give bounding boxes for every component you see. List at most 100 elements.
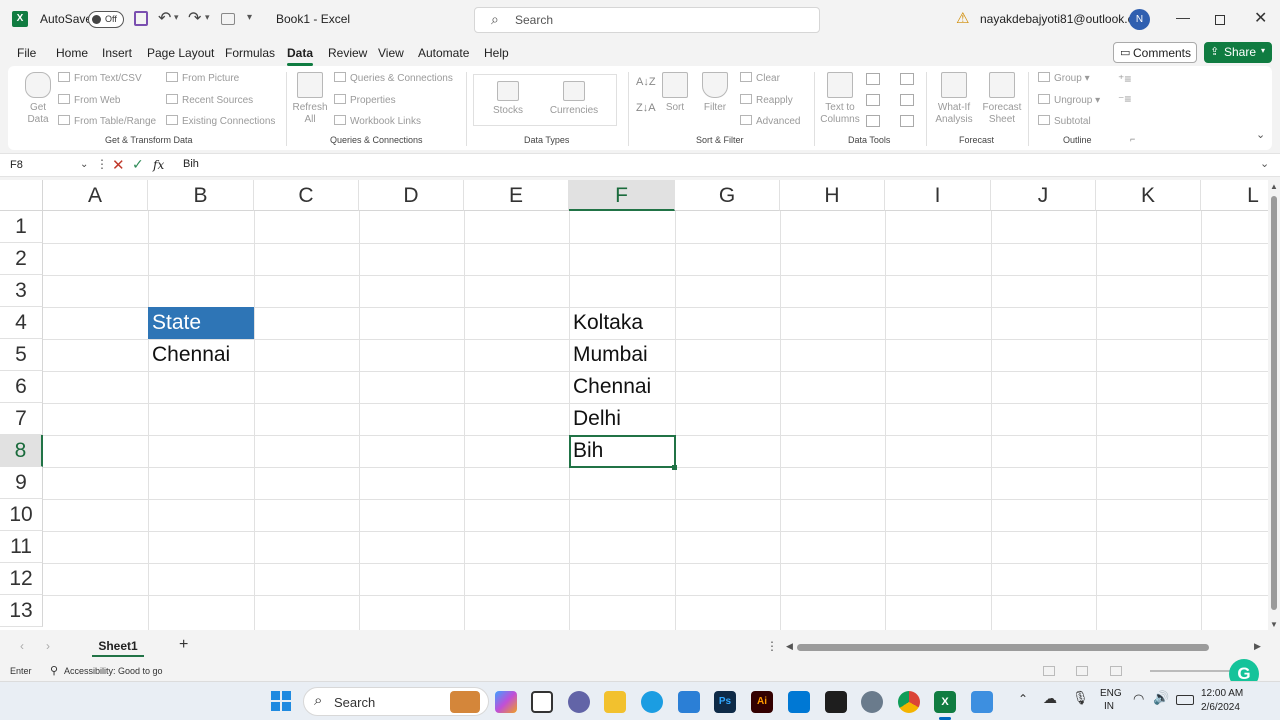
tab-automate[interactable]: Automate — [418, 46, 469, 60]
show-detail-icon[interactable]: ⁺≡ — [1118, 72, 1131, 86]
column-header-b[interactable]: B — [148, 180, 254, 211]
insert-function-icon[interactable]: fx — [153, 158, 164, 172]
photoshop-icon[interactable]: Ps — [714, 691, 736, 713]
camera-icon[interactable] — [221, 13, 235, 25]
column-header-c[interactable]: C — [254, 180, 359, 211]
confirm-entry-icon[interactable]: ✓ — [132, 156, 144, 173]
column-header-f[interactable]: F — [569, 180, 675, 211]
row-header-5[interactable]: 5 — [0, 339, 43, 371]
vertical-scroll-thumb[interactable] — [1271, 196, 1277, 610]
tab-insert[interactable]: Insert — [102, 46, 132, 60]
column-header-i[interactable]: I — [885, 180, 991, 211]
row-header-13[interactable]: 13 — [0, 595, 43, 627]
accessibility-status[interactable]: Accessibility: Good to go — [64, 666, 163, 676]
name-box[interactable]: F8 ⌄ — [6, 156, 90, 176]
scroll-up-icon[interactable]: ▲ — [1270, 182, 1278, 191]
row-header-8[interactable]: 8 — [0, 435, 43, 467]
widgets-icon[interactable] — [450, 691, 480, 713]
expand-formula-bar-icon[interactable]: ⌄ — [1260, 157, 1269, 170]
close-icon[interactable]: ✕ — [1254, 8, 1267, 28]
from-web-button[interactable]: From Web — [58, 94, 121, 106]
sheet-options-icon[interactable]: ⋮ — [766, 639, 778, 653]
tab-file[interactable]: File — [17, 46, 36, 60]
tab-formulas[interactable]: Formulas — [225, 46, 275, 60]
column-header-g[interactable]: G — [675, 180, 780, 211]
filter-button[interactable]: Filter — [698, 72, 732, 114]
row-header-9[interactable]: 9 — [0, 467, 43, 499]
hide-detail-icon[interactable]: ⁻≡ — [1118, 92, 1131, 106]
row-header-1[interactable]: 1 — [0, 211, 43, 243]
name-box-dropdown-icon[interactable]: ⌄ — [80, 159, 88, 170]
row-header-7[interactable]: 7 — [0, 403, 43, 435]
undo-icon[interactable]: ↶ — [158, 8, 171, 28]
workbook-links-button[interactable]: Workbook Links — [334, 115, 421, 127]
row-header-11[interactable]: 11 — [0, 531, 43, 563]
cell-f7[interactable]: Delhi — [569, 403, 675, 435]
scroll-right-icon[interactable]: ▶ — [1254, 641, 1261, 652]
from-table-range-button[interactable]: From Table/Range — [58, 115, 156, 127]
more-options-icon[interactable]: ⋮ — [96, 157, 108, 171]
select-all-corner[interactable] — [0, 180, 43, 211]
from-picture-button[interactable]: From Picture — [166, 72, 239, 84]
show-hidden-icons[interactable]: ⌃ — [1018, 692, 1028, 706]
battery-icon[interactable] — [1176, 695, 1194, 705]
scroll-down-icon[interactable]: ▼ — [1270, 620, 1278, 629]
search-box[interactable]: ⌕ Search — [474, 7, 820, 33]
queries-connections-button[interactable]: Queries & Connections — [334, 72, 453, 84]
dialog-launcher-icon[interactable]: ⌐ — [1130, 134, 1135, 144]
page-layout-view-icon[interactable] — [1076, 666, 1088, 676]
row-header-12[interactable]: 12 — [0, 563, 43, 595]
windows-start-icon[interactable] — [271, 691, 291, 711]
tab-data[interactable]: Data — [287, 46, 314, 66]
page-break-view-icon[interactable] — [1110, 666, 1122, 676]
clock-date[interactable]: 2/6/2024 — [1201, 702, 1240, 713]
onedrive-icon[interactable]: ☁ — [1043, 690, 1057, 707]
stocks-button[interactable]: Stocks — [488, 81, 528, 117]
autosave-toggle[interactable]: Off — [88, 11, 124, 28]
cancel-entry-icon[interactable]: ✕ — [112, 156, 125, 174]
warning-icon[interactable]: ⚠ — [956, 9, 969, 27]
consolidate-icon[interactable] — [900, 73, 914, 85]
previous-sheet-icon[interactable]: ‹ — [20, 639, 24, 653]
normal-view-icon[interactable] — [1043, 666, 1055, 676]
row-header-6[interactable]: 6 — [0, 371, 43, 403]
fill-handle[interactable] — [672, 465, 677, 470]
flash-fill-icon[interactable] — [866, 73, 880, 85]
region-indicator[interactable]: IN — [1104, 701, 1114, 712]
volume-icon[interactable]: 🔊 — [1153, 690, 1169, 706]
advanced-button[interactable]: Advanced — [740, 115, 800, 127]
properties-button[interactable]: Properties — [334, 94, 396, 106]
column-header-k[interactable]: K — [1096, 180, 1201, 211]
formula-input[interactable]: Bih — [183, 158, 199, 170]
existing-connections-button[interactable]: Existing Connections — [166, 115, 275, 127]
clear-button[interactable]: Clear — [740, 72, 780, 84]
save-icon[interactable] — [134, 11, 148, 26]
vertical-scrollbar[interactable]: ▲ ▼ — [1268, 180, 1280, 633]
column-header-j[interactable]: J — [991, 180, 1096, 211]
text-to-columns-button[interactable]: Text to Columns — [818, 72, 862, 126]
column-header-d[interactable]: D — [359, 180, 464, 211]
add-sheet-button[interactable]: + — [179, 636, 188, 654]
cell-b4[interactable]: State — [148, 307, 254, 339]
reapply-button[interactable]: Reapply — [740, 94, 793, 106]
group-button[interactable]: Group ▾ — [1038, 72, 1090, 84]
what-if-analysis-button[interactable]: What-If Analysis — [930, 72, 978, 126]
redo-icon[interactable]: ↷ — [188, 8, 201, 28]
chrome-icon[interactable] — [898, 691, 920, 713]
column-header-a[interactable]: A — [43, 180, 148, 211]
redo-dropdown-icon[interactable]: ▾ — [205, 12, 210, 23]
tab-help[interactable]: Help — [484, 46, 509, 60]
excel-taskbar-icon[interactable]: X — [934, 691, 956, 713]
language-indicator[interactable]: ENG — [1100, 688, 1122, 699]
column-header-e[interactable]: E — [464, 180, 569, 211]
accessibility-icon[interactable]: ⚲ — [50, 664, 58, 677]
chat-icon[interactable] — [568, 691, 590, 713]
figma-icon[interactable] — [825, 691, 847, 713]
store-icon[interactable] — [678, 691, 700, 713]
tab-home[interactable]: Home — [56, 46, 88, 60]
account-email[interactable]: nayakdebajyoti81@outlook.com — [980, 12, 1150, 26]
task-view-icon[interactable] — [531, 691, 553, 713]
vscode-icon[interactable] — [788, 691, 810, 713]
next-sheet-icon[interactable]: › — [46, 639, 50, 653]
collapse-ribbon-icon[interactable]: ⌄ — [1256, 128, 1265, 141]
